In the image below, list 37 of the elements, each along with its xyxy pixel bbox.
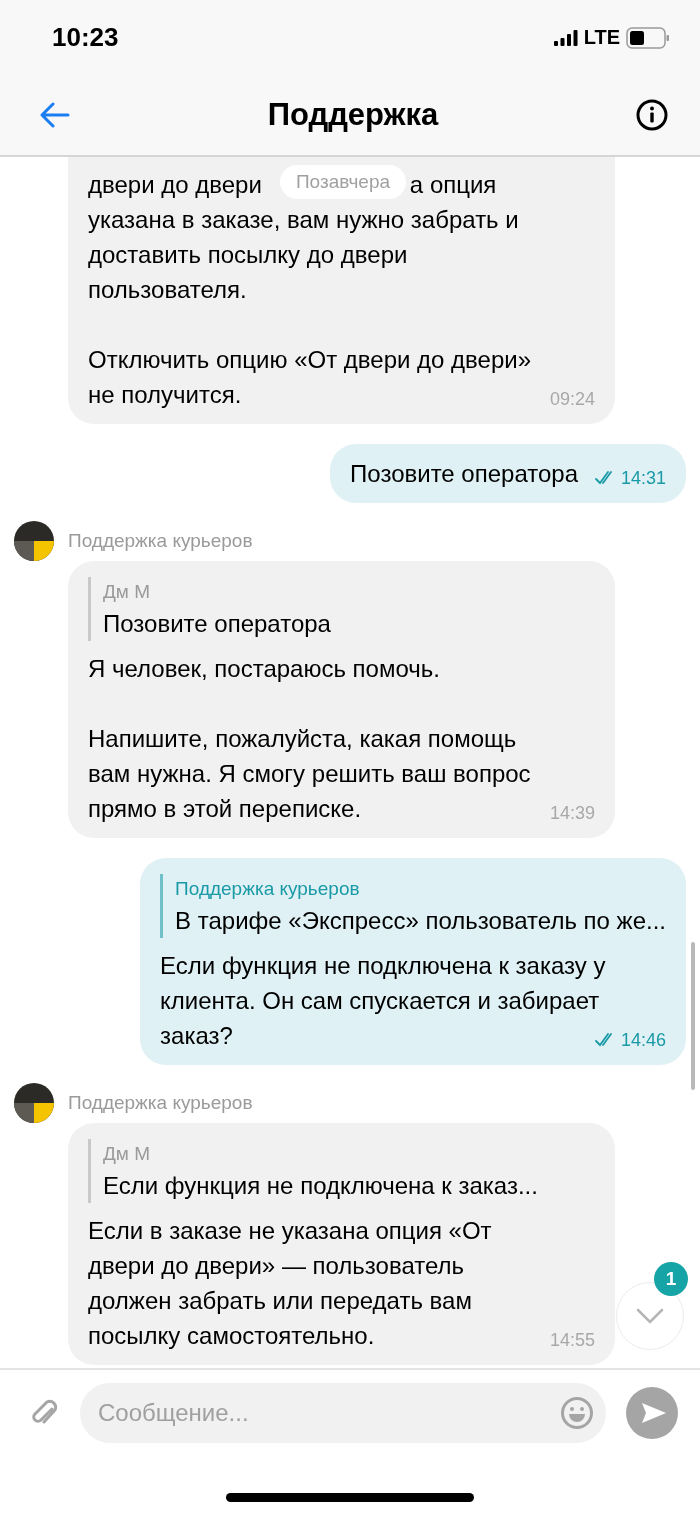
status-time: 10:23 [52,22,119,53]
unread-badge: 1 [654,1262,688,1296]
send-button[interactable] [626,1387,678,1439]
emoji-icon[interactable] [560,1396,594,1430]
quote-text: Если функция не подключена к заказ... [103,1171,539,1201]
message-time: 09:24 [549,388,595,410]
message-text: а опция [409,170,497,200]
message-text: Если функция не подключена к заказу у клиента. Он сам спускается и забирает заказ? [160,952,606,1049]
message-text: Я человек, постараюсь помочь. Напишите, пожалуйста, какая помощь вам нужна. Я смогу решить ваш вопрос прямо в этой переписке. [88,655,531,822]
send-icon [640,1401,668,1425]
quote-text: В тарифе «Экспресс» пользователь по же... [175,906,666,936]
message-time: 14:46 [620,1029,666,1051]
sender-name: Поддержка курьеров [68,1092,253,1114]
chevron-down-icon [636,1308,664,1324]
message-text: двери до двери [88,170,262,200]
message-text: указана в заказе, вам нужно забрать и доставить посылку до двери пользователя. Отключить опцию «От двери до двери» не получится. [88,206,532,408]
info-icon[interactable] [636,99,668,131]
avatar [14,1083,54,1123]
avatar [14,521,54,561]
message-time: 14:39 [549,802,595,824]
message-time: 14:31 [620,467,666,489]
battery-icon [626,26,670,49]
quote-author: Поддержка курьеров [175,877,361,901]
quote-author: Дм М [103,580,152,604]
sender-name: Поддержка курьеров [68,530,253,552]
quote-author: Дм М [103,1142,152,1166]
date-chip: Позавчера [280,165,406,199]
quote-text: Позовите оператора [103,609,332,639]
screen-title: Поддержка [267,97,439,133]
back-arrow-icon[interactable] [40,102,70,128]
message-time: 14:55 [549,1329,595,1351]
message-text: Если в заказе не указана опция «От двери до двери» — пользователь должен забрать или передать вам посылку самостоятельно. [88,1217,492,1349]
message-input-field[interactable]: Сообщение... [80,1383,606,1443]
signal-icon [553,29,578,46]
message-text: Позовите оператора [350,460,578,487]
network-label: LTE [583,26,620,49]
scroll-down-button[interactable]: 1 [616,1262,688,1350]
